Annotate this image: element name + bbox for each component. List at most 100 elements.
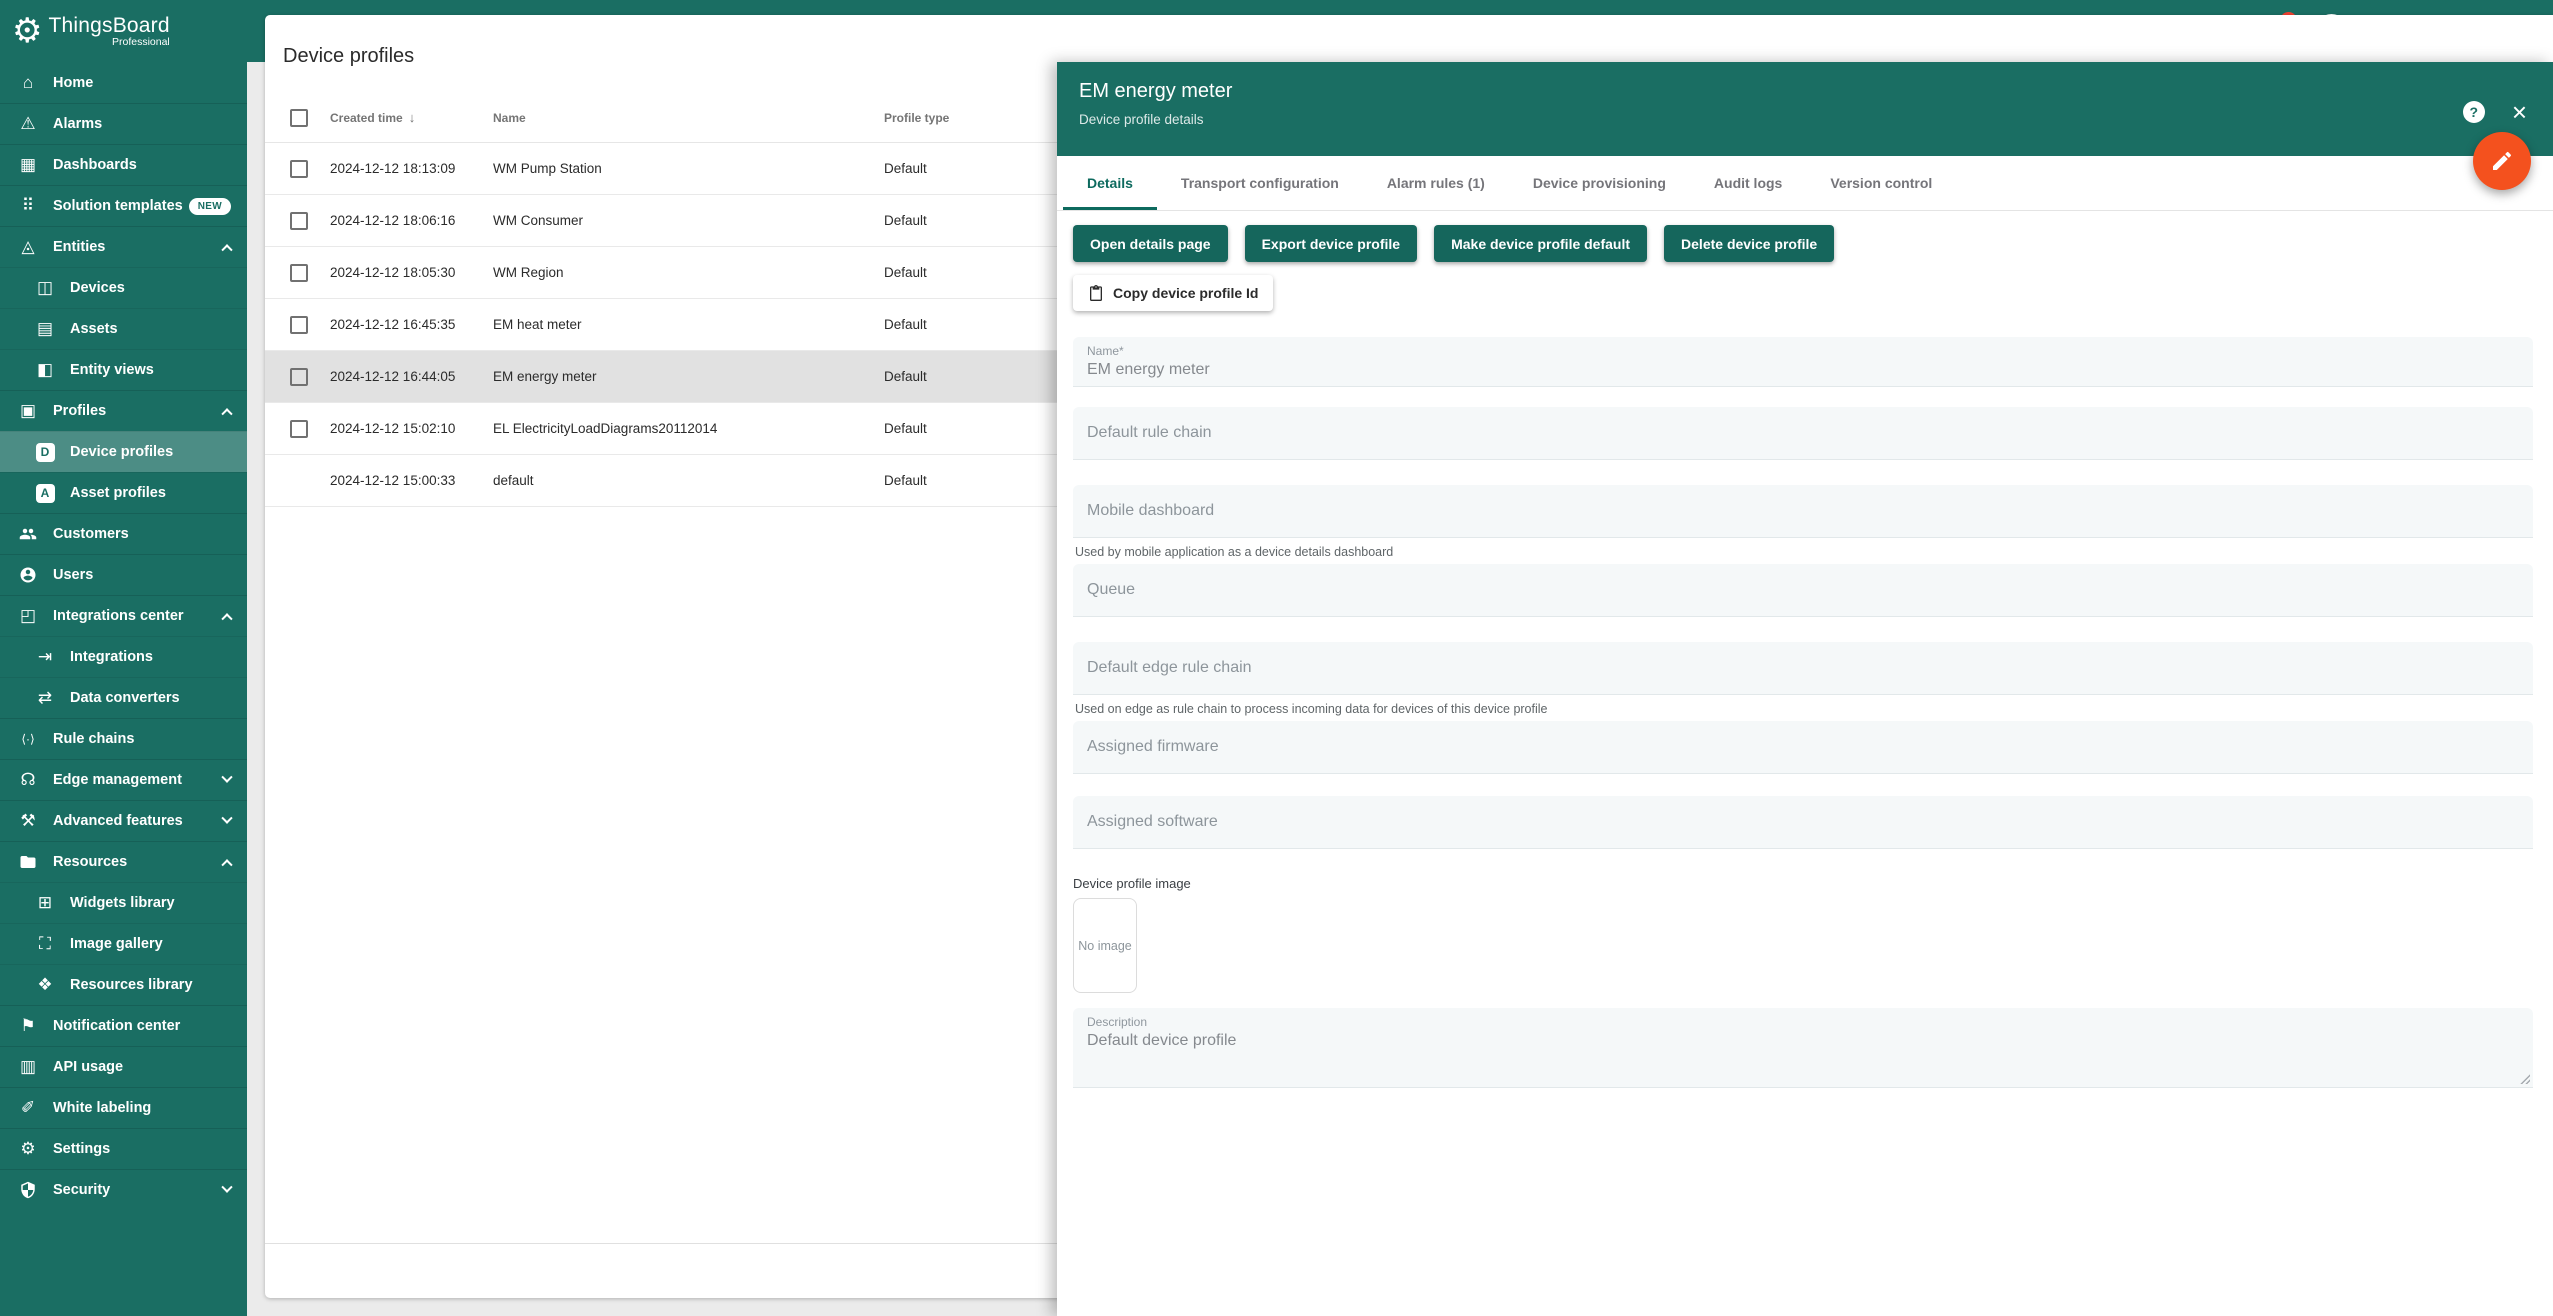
column-header-created-time[interactable]: Created time↓ bbox=[330, 110, 493, 125]
description-field-label: Description bbox=[1087, 1015, 2519, 1029]
queue-field[interactable]: Queue bbox=[1073, 564, 2533, 617]
sidebar-item-device-profiles[interactable]: DDevice profiles bbox=[0, 431, 247, 472]
sidebar-item-asset-profiles[interactable]: AAsset profiles bbox=[0, 472, 247, 513]
sidebar-item-entity-views[interactable]: ◧ Entity views bbox=[0, 349, 247, 390]
mobile-dashboard-field[interactable]: Mobile dashboard bbox=[1073, 485, 2533, 538]
cell-name: WM Pump Station bbox=[493, 161, 884, 176]
tab-transport-configuration[interactable]: Transport configuration bbox=[1157, 156, 1363, 210]
cell-created-time: 2024-12-12 16:45:35 bbox=[330, 317, 493, 332]
sidebar-item-profiles[interactable]: ▣Profiles bbox=[0, 390, 247, 431]
copy-button-label: Copy device profile Id bbox=[1113, 285, 1258, 301]
sidebar-item-advanced-features[interactable]: ⚒Advanced features bbox=[0, 800, 247, 841]
name-field-label: Name* bbox=[1087, 344, 2519, 358]
dashboards-icon: ▦ bbox=[16, 154, 40, 176]
sidebar-item-notification-center[interactable]: ⚑Notification center bbox=[0, 1005, 247, 1046]
sidebar-item-integrations-center[interactable]: ◰Integrations center bbox=[0, 595, 247, 636]
solution-templates-icon: ⠿ bbox=[16, 195, 40, 217]
sidebar-item-rule-chains[interactable]: ⟨·⟩Rule chains bbox=[0, 718, 247, 759]
sidebar-item-image-gallery[interactable]: ⛶Image gallery bbox=[0, 923, 247, 964]
column-header-name[interactable]: Name bbox=[493, 111, 884, 125]
sidebar-item-label: Edge management bbox=[53, 772, 182, 788]
logo[interactable]: ⚙ ThingsBoard Professional bbox=[0, 0, 247, 62]
sidebar-item-resources-library[interactable]: ❖Resources library bbox=[0, 964, 247, 1005]
copy-device-profile-id-button[interactable]: Copy device profile Id bbox=[1073, 275, 1273, 311]
assigned-firmware-field[interactable]: Assigned firmware bbox=[1073, 721, 2533, 774]
sidebar-item-solution-templates[interactable]: ⠿Solution templatesNEW bbox=[0, 185, 247, 226]
sidebar-item-label: White labeling bbox=[53, 1100, 151, 1116]
sidebar-item-widgets-library[interactable]: ⊞Widgets library bbox=[0, 882, 247, 923]
row-checkbox[interactable] bbox=[290, 212, 308, 230]
sidebar-item-label: Entity views bbox=[70, 362, 154, 378]
assigned-software-field[interactable]: Assigned software bbox=[1073, 796, 2533, 849]
sidebar-item-devices[interactable]: ◫ Devices bbox=[0, 267, 247, 308]
help-icon[interactable]: ? bbox=[2463, 101, 2485, 123]
sidebar-item-resources[interactable]: Resources bbox=[0, 841, 247, 882]
sidebar-item-data-converters[interactable]: ⇄ Data converters bbox=[0, 677, 247, 718]
device-profiles-icon: D bbox=[33, 441, 57, 463]
make-default-button[interactable]: Make device profile default bbox=[1434, 225, 1647, 262]
chevron-up-icon bbox=[221, 859, 232, 870]
cell-created-time: 2024-12-12 18:13:09 bbox=[330, 161, 493, 176]
cell-created-time: 2024-12-12 15:02:10 bbox=[330, 421, 493, 436]
sidebar-item-label: API usage bbox=[53, 1059, 123, 1075]
delete-device-profile-button[interactable]: Delete device profile bbox=[1664, 225, 1834, 262]
sidebar-item-white-labeling[interactable]: ✐White labeling bbox=[0, 1087, 247, 1128]
default-rule-chain-field[interactable]: Default rule chain bbox=[1073, 407, 2533, 460]
clipboard-icon bbox=[1088, 285, 1104, 301]
home-icon: ⌂ bbox=[16, 72, 40, 94]
pencil-icon bbox=[2490, 149, 2514, 173]
sidebar-item-settings[interactable]: ⚙Settings bbox=[0, 1128, 247, 1169]
chevron-down-icon bbox=[221, 1182, 232, 1193]
sidebar-item-label: Notification center bbox=[53, 1018, 180, 1034]
shield-icon bbox=[16, 1179, 40, 1201]
sidebar-item-label: Alarms bbox=[53, 116, 102, 132]
sidebar-item-dashboards[interactable]: ▦Dashboards bbox=[0, 144, 247, 185]
entity-views-icon: ◧ bbox=[33, 359, 57, 381]
close-icon[interactable]: × bbox=[2512, 101, 2527, 123]
sidebar-item-security[interactable]: Security bbox=[0, 1169, 247, 1210]
sidebar-item-label: Devices bbox=[70, 280, 125, 296]
tab-audit-logs[interactable]: Audit logs bbox=[1690, 156, 1806, 210]
sidebar-item-label: Home bbox=[53, 75, 93, 91]
edit-fab-button[interactable] bbox=[2473, 132, 2531, 190]
devices-icon: ◫ bbox=[33, 277, 57, 299]
sidebar-item-label: Data converters bbox=[70, 690, 180, 706]
description-field[interactable]: Description Default device profile bbox=[1073, 1008, 2533, 1088]
row-checkbox[interactable] bbox=[290, 368, 308, 386]
sidebar-item-api-usage[interactable]: ▥ API usage bbox=[0, 1046, 247, 1087]
tab-details[interactable]: Details bbox=[1063, 156, 1157, 210]
tab-alarm-rules[interactable]: Alarm rules (1) bbox=[1363, 156, 1509, 210]
api-usage-icon: ▥ bbox=[16, 1056, 40, 1078]
sidebar-item-users[interactable]: Users bbox=[0, 554, 247, 595]
sidebar-item-customers[interactable]: Customers bbox=[0, 513, 247, 554]
row-checkbox[interactable] bbox=[290, 420, 308, 438]
sidebar-item-integrations[interactable]: ⇥Integrations bbox=[0, 636, 247, 677]
row-checkbox[interactable] bbox=[290, 160, 308, 178]
select-all-checkbox[interactable] bbox=[290, 109, 308, 127]
open-details-page-button[interactable]: Open details page bbox=[1073, 225, 1228, 262]
widgets-library-icon: ⊞ bbox=[33, 892, 57, 914]
export-device-profile-button[interactable]: Export device profile bbox=[1245, 225, 1417, 262]
sidebar-item-edge-management[interactable]: ☊Edge management bbox=[0, 759, 247, 800]
sidebar-item-home[interactable]: ⌂ Home bbox=[0, 62, 247, 103]
sidebar-item-assets[interactable]: ▤Assets bbox=[0, 308, 247, 349]
default-edge-rule-chain-field[interactable]: Default edge rule chain bbox=[1073, 642, 2533, 695]
tab-device-provisioning[interactable]: Device provisioning bbox=[1509, 156, 1690, 210]
sidebar-item-alarms[interactable]: ⚠Alarms bbox=[0, 103, 247, 144]
device-profile-image-box[interactable]: No image bbox=[1073, 898, 1137, 993]
assets-icon: ▤ bbox=[33, 318, 57, 340]
sidebar-item-entities[interactable]: ◬Entities bbox=[0, 226, 247, 267]
name-field[interactable]: Name* EM energy meter bbox=[1073, 337, 2533, 387]
panel-tabs: Details Transport configuration Alarm ru… bbox=[1057, 156, 2553, 211]
sidebar-item-label: Integrations center bbox=[53, 608, 184, 624]
sidebar-item-label: Image gallery bbox=[70, 936, 163, 952]
sidebar-item-label: Solution templates bbox=[53, 198, 183, 214]
edge-rule-chain-hint: Used on edge as rule chain to process in… bbox=[1075, 702, 2533, 716]
logo-title: ThingsBoard bbox=[48, 14, 169, 38]
tab-version-control[interactable]: Version control bbox=[1806, 156, 1956, 210]
customers-icon bbox=[16, 523, 40, 545]
users-icon bbox=[16, 564, 40, 586]
data-converters-icon: ⇄ bbox=[33, 687, 57, 709]
row-checkbox[interactable] bbox=[290, 316, 308, 334]
row-checkbox[interactable] bbox=[290, 264, 308, 282]
